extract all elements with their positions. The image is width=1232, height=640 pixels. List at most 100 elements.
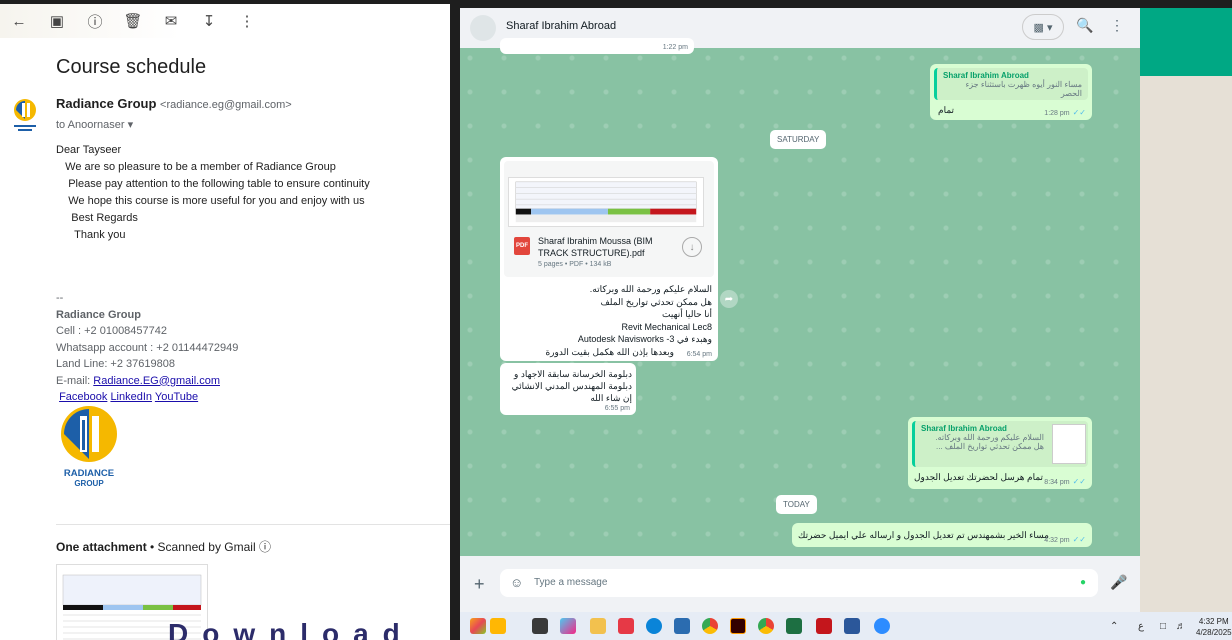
document-card[interactable]: PDF Sharaf Ibrahim Moussa (BIM TRACK STR… (504, 161, 714, 277)
store-icon[interactable] (490, 618, 506, 634)
message-bubble-outgoing[interactable]: Sharaf Ibrahim Abroad مساء النور أيوه ظه… (930, 64, 1092, 120)
chevron-up-icon[interactable]: ⌃ (1110, 621, 1118, 632)
message-line: إن شاء الله (590, 393, 632, 403)
message-time: 6:54 pm (686, 351, 712, 358)
message-bubble-incoming[interactable]: دبلومة الخرسانة سابقة الاجهاد و دبلومة ا… (500, 363, 636, 415)
caption-line: Revit Mechanical Lec8 (621, 321, 712, 332)
message-input-placeholder: Type a message (534, 577, 608, 588)
forward-icon[interactable]: ➦ (720, 290, 738, 308)
word-icon[interactable] (844, 618, 860, 634)
caption-line: وهبدء في 3- Autodesk Navisworks (577, 334, 712, 344)
status-dot-icon: ● (1079, 577, 1086, 588)
quoted-message[interactable]: Sharaf Ibrahim Abroad السلام عليكم ورحمة… (912, 421, 1088, 467)
taskbar-clock[interactable]: 4:32 PM 4/28/2025 (1196, 616, 1232, 638)
linkedin-link[interactable]: LinkedIn (110, 391, 152, 403)
attach-plus-icon[interactable]: + (474, 574, 485, 595)
sig-landline: Land Line: +2 37619808 (56, 358, 175, 370)
copilot-icon[interactable] (560, 618, 576, 634)
microphone-icon[interactable]: 🎤 (1110, 574, 1127, 591)
move-to-icon[interactable]: ↧ (200, 12, 218, 30)
windows-taskbar: ⌃ ع □ ♬ (460, 612, 1232, 640)
background-desktop-panel (1140, 76, 1232, 612)
body-line: We hope this course is more useful for y… (56, 195, 365, 207)
message-text: تمام هرسل لحضرتك تعديل الجدول (914, 472, 1044, 482)
contact-name[interactable]: Sharaf Ibrahim Abroad (506, 20, 616, 32)
message-time: 4:32 pm (1044, 537, 1070, 544)
back-arrow-icon[interactable]: ← (10, 12, 28, 30)
volume-icon[interactable]: ♬ (1176, 621, 1186, 632)
emoji-icon[interactable]: ☺ (510, 575, 523, 590)
mcafee-icon[interactable] (816, 618, 832, 634)
screen: ← ▣ ⓘ 🗑 ✉ ↧ ⋮ Course schedule Radiance G… (0, 0, 1232, 640)
message-input[interactable]: ☺ Type a message ● (500, 569, 1098, 597)
chevron-down-icon[interactable]: ▾ (128, 119, 134, 131)
message-bubble-partial[interactable]: 1:22 pm (500, 38, 694, 54)
video-camera-icon: ▩ (1033, 21, 1044, 34)
archive-icon[interactable]: ▣ (48, 12, 66, 30)
network-icon[interactable]: □ (1160, 621, 1166, 632)
more-vertical-icon[interactable]: ⋮ (1110, 17, 1124, 34)
message-time: 8:34 pm (1044, 479, 1070, 486)
chrome-icon[interactable] (702, 618, 718, 634)
message-time: 6:55 pm (604, 405, 630, 412)
sig-email-label: E-mail: (56, 374, 94, 387)
message-text: مساء الخير بشمهندس تم تعديل الجدول و ارس… (798, 530, 1049, 540)
info-icon[interactable]: ⓘ (259, 540, 271, 554)
contact-avatar[interactable] (470, 15, 496, 41)
body-line: Dear Tayseer (56, 144, 122, 156)
message-bubble-outgoing[interactable]: مساء الخير بشمهندس تم تعديل الجدول و ارس… (792, 523, 1092, 547)
body-line: We are so pleasure to be a member of Rad… (56, 161, 336, 173)
message-text: تمام (938, 105, 955, 115)
download-icon[interactable]: ↓ (682, 237, 702, 257)
message-bubble-document[interactable]: PDF Sharaf Ibrahim Moussa (BIM TRACK STR… (500, 157, 718, 361)
attachments-divider (56, 524, 450, 525)
recipient-line[interactable]: to Anoornaser ▾ (56, 118, 133, 131)
chat-area[interactable]: 1:22 pm Sharaf Ibrahim Abroad مساء النور… (460, 38, 1140, 564)
sender-avatar-logo (14, 99, 36, 131)
sig-email-line: E-mail: Radiance.EG@gmail.com (56, 373, 238, 390)
file-explorer-icon[interactable] (590, 618, 606, 634)
search-icon[interactable]: 🔍 (1076, 17, 1093, 34)
gmail-toolbar: ← ▣ ⓘ 🗑 ✉ ↧ ⋮ (0, 4, 450, 38)
video-call-button[interactable]: ▩ ▾ (1022, 14, 1064, 40)
double-check-icon: ✓✓ (1072, 108, 1086, 117)
attachment-title: One attachment (56, 540, 147, 554)
calculator-icon[interactable] (674, 618, 690, 634)
pdf-file-icon: PDF (514, 237, 530, 255)
caption-line: أنا حاليا أنهيت (662, 309, 712, 319)
message-time: 1:22 pm (662, 44, 688, 51)
edge-browser-icon[interactable] (646, 618, 662, 634)
snipping-tool-icon[interactable] (618, 618, 634, 634)
compose-bar: + ☺ Type a message ● 🎤 (460, 556, 1140, 612)
more-vertical-icon[interactable]: ⋮ (238, 12, 256, 30)
email-subject: Course schedule (56, 56, 207, 78)
facebook-link[interactable]: Facebook (59, 391, 107, 403)
caption-line: وبعدها بإذن الله هكمل بقيت الدورة (545, 346, 674, 357)
quoted-sender: Sharaf Ibrahim Abroad (943, 71, 1029, 80)
clock-date: 4/28/2025 (1196, 628, 1232, 637)
body-line: Thank you (56, 229, 126, 241)
caption-line: هل ممكن تحدثي تواريخ الملف (600, 296, 712, 307)
input-language[interactable]: ع (1138, 621, 1144, 632)
body-line: Best Regards (56, 212, 138, 224)
window-top-strip (450, 0, 1232, 8)
excel-icon[interactable] (786, 618, 802, 634)
delete-icon[interactable]: 🗑 (123, 12, 142, 30)
sig-whatsapp: Whatsapp account : +2 01144472949 (56, 341, 239, 354)
whatsapp-pane: Sharaf Ibrahim Abroad ▩ ▾ 🔍 ⋮ 1:22 pm Sh… (460, 8, 1140, 612)
report-spam-icon[interactable]: ⓘ (86, 12, 104, 31)
email-signature: -- Radiance Group Cell : +2 01008457742 … (56, 290, 238, 406)
zoom-icon[interactable] (874, 618, 890, 634)
sender-line: Radiance Group <radiance.eg@gmail.com> (56, 96, 292, 111)
youtube-link[interactable]: YouTube (155, 391, 198, 403)
sender-name: Radiance Group (56, 96, 157, 111)
illustrator-icon[interactable] (730, 618, 746, 634)
chrome-profile-icon[interactable] (758, 618, 774, 634)
quoted-message[interactable]: Sharaf Ibrahim Abroad مساء النور أيوه ظه… (934, 68, 1088, 100)
message-bubble-outgoing[interactable]: Sharaf Ibrahim Abroad السلام عليكم ورحمة… (908, 417, 1092, 489)
task-view-icon[interactable] (532, 618, 548, 634)
scanned-label: • Scanned by Gmail (146, 540, 256, 554)
sig-email-link[interactable]: Radiance.EG@gmail.com (93, 375, 220, 387)
mark-unread-icon[interactable]: ✉ (162, 12, 180, 30)
weather-widget-icon[interactable] (470, 618, 486, 634)
